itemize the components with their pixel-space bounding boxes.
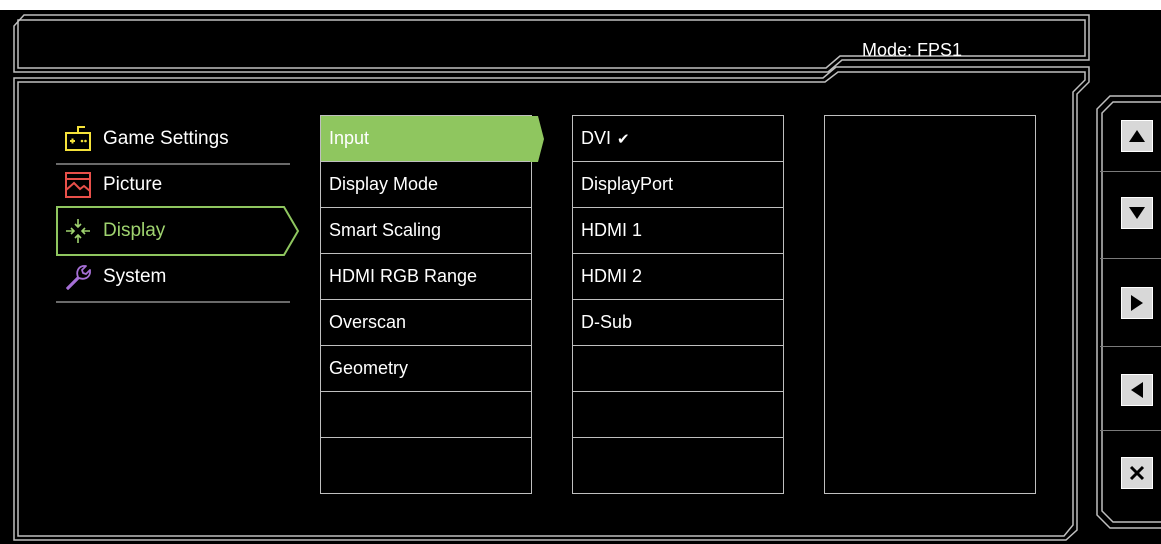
wrench-icon bbox=[63, 262, 93, 292]
nav-right-button[interactable] bbox=[1121, 287, 1153, 319]
nav-left-button[interactable] bbox=[1121, 374, 1153, 406]
close-icon bbox=[1129, 465, 1145, 481]
submenu-item-empty bbox=[321, 392, 531, 438]
option-item-empty bbox=[573, 438, 783, 486]
down-arrow-icon bbox=[1129, 207, 1145, 219]
description-panel bbox=[824, 115, 1036, 494]
active-item-pointer bbox=[530, 116, 544, 162]
submenu-item-display-mode[interactable]: Display Mode bbox=[321, 162, 531, 208]
submenu-item-overscan[interactable]: Overscan bbox=[321, 300, 531, 346]
main-menu-separator bbox=[56, 301, 290, 303]
options-column: DVI ✔ DisplayPort HDMI 1 HDMI 2 D-Sub bbox=[572, 115, 784, 494]
check-icon: ✔ bbox=[617, 130, 630, 148]
nav-separator bbox=[1100, 346, 1161, 347]
option-item-empty bbox=[573, 392, 783, 438]
selection-outline bbox=[56, 206, 300, 256]
up-arrow-icon bbox=[1129, 130, 1145, 142]
main-menu: Game Settings Picture Display System bbox=[56, 116, 300, 303]
option-item-hdmi-1[interactable]: HDMI 1 bbox=[573, 208, 783, 254]
option-item-dvi[interactable]: DVI ✔ bbox=[573, 116, 783, 162]
submenu-item-smart-scaling[interactable]: Smart Scaling bbox=[321, 208, 531, 254]
osd-panel: Mode: FPS1 Game Settings Picture Display… bbox=[0, 10, 1161, 544]
main-menu-label: Game Settings bbox=[103, 128, 229, 149]
right-arrow-icon bbox=[1131, 295, 1143, 311]
nav-down-button[interactable] bbox=[1121, 197, 1153, 229]
option-item-empty bbox=[573, 346, 783, 392]
main-menu-item-system[interactable]: System bbox=[56, 254, 290, 300]
mode-label: Mode: FPS1 bbox=[862, 40, 963, 60]
submenu-item-empty bbox=[321, 438, 531, 486]
nav-separator bbox=[1100, 171, 1161, 172]
option-item-displayport[interactable]: DisplayPort bbox=[573, 162, 783, 208]
main-menu-item-picture[interactable]: Picture bbox=[56, 162, 290, 208]
nav-separator bbox=[1100, 258, 1161, 259]
gamepad-icon bbox=[63, 124, 93, 154]
submenu-item-input[interactable]: Input bbox=[321, 116, 531, 162]
picture-icon bbox=[63, 170, 93, 200]
option-item-hdmi-2[interactable]: HDMI 2 bbox=[573, 254, 783, 300]
submenu-column: Input Display Mode Smart Scaling HDMI RG… bbox=[320, 115, 532, 494]
main-menu-label: Picture bbox=[103, 174, 163, 195]
nav-up-button[interactable] bbox=[1121, 120, 1153, 152]
main-menu-label: System bbox=[103, 266, 167, 287]
main-menu-item-game-settings[interactable]: Game Settings bbox=[56, 116, 290, 162]
submenu-item-hdmi-rgb-range[interactable]: HDMI RGB Range bbox=[321, 254, 531, 300]
option-label: DVI bbox=[581, 128, 612, 148]
main-menu-separator bbox=[56, 163, 290, 165]
nav-close-button[interactable] bbox=[1121, 457, 1153, 489]
nav-separator bbox=[1100, 430, 1161, 431]
main-menu-item-display[interactable]: Display bbox=[56, 206, 300, 256]
submenu-item-geometry[interactable]: Geometry bbox=[321, 346, 531, 392]
left-arrow-icon bbox=[1131, 382, 1143, 398]
option-item-d-sub[interactable]: D-Sub bbox=[573, 300, 783, 346]
